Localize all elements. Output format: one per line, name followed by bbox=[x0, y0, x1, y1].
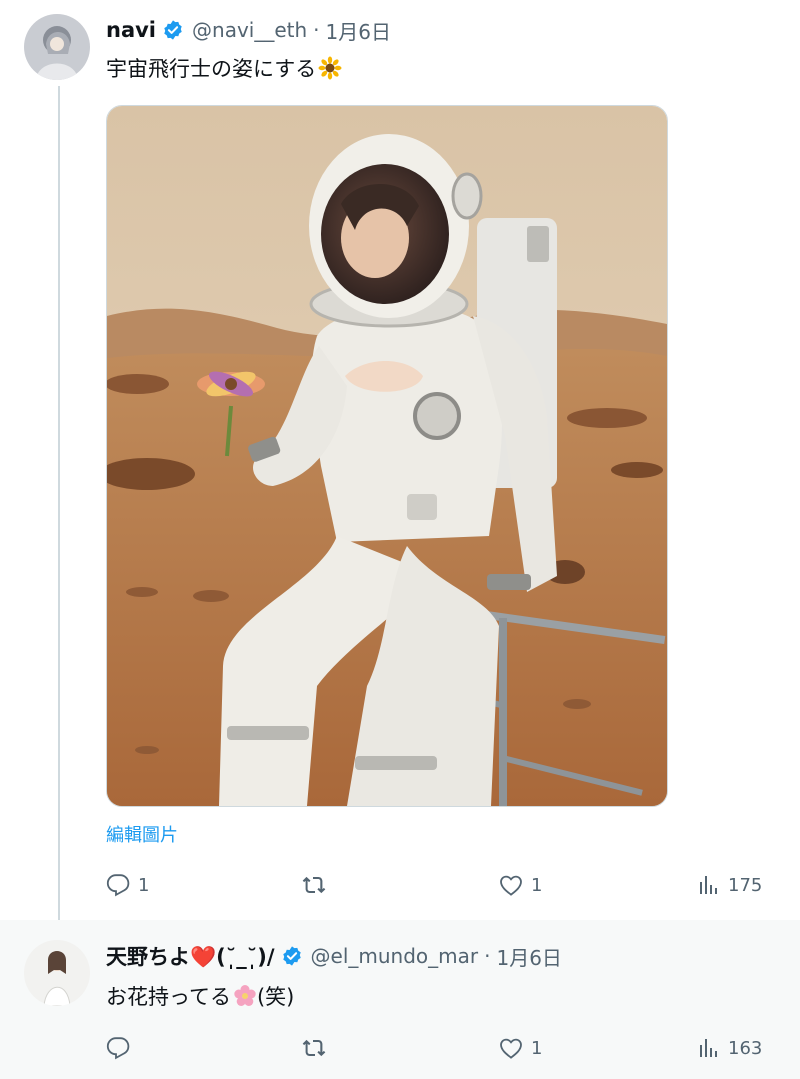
reply-button[interactable] bbox=[106, 1032, 138, 1064]
like-icon bbox=[499, 873, 523, 897]
avatar-navi[interactable] bbox=[24, 14, 90, 80]
author-handle[interactable]: @el_mundo_mar bbox=[311, 944, 479, 968]
author-name[interactable]: navi bbox=[106, 18, 156, 42]
retweet-icon bbox=[302, 1036, 326, 1060]
tweet-media-image[interactable] bbox=[106, 105, 668, 807]
retweet-icon bbox=[302, 873, 326, 897]
views-button[interactable]: 163 bbox=[696, 1032, 762, 1064]
retweet-button[interactable] bbox=[302, 1032, 334, 1064]
post-date[interactable]: 1月6日 bbox=[496, 942, 561, 971]
tweet-navi[interactable]: navi @navi__eth · 1月6日 宇宙飛行士の姿にする 編輯圖片 1… bbox=[0, 0, 800, 936]
cherry-blossom-emoji-icon bbox=[233, 984, 257, 1008]
reply-icon bbox=[106, 873, 130, 897]
edit-image-link[interactable]: 編輯圖片 bbox=[106, 821, 178, 847]
views-button[interactable]: 175 bbox=[696, 869, 762, 901]
like-count: 1 bbox=[531, 874, 543, 896]
view-count: 175 bbox=[728, 874, 763, 896]
tweet-actions: 1 163 bbox=[106, 1032, 770, 1064]
views-icon bbox=[696, 873, 720, 897]
tweet-reply[interactable]: 天野ちよ❤️(˘̩̩̩̩_˘̩̩̩̩)/ @el_mundo_mar · 1月6… bbox=[0, 920, 800, 1079]
like-icon bbox=[499, 1036, 523, 1060]
retweet-button[interactable] bbox=[302, 869, 334, 901]
sunflower-emoji-icon bbox=[318, 56, 342, 80]
tweet-text-body: 宇宙飛行士の姿にする bbox=[106, 57, 317, 81]
view-count: 163 bbox=[728, 1037, 763, 1059]
like-button[interactable]: 1 bbox=[499, 869, 542, 901]
separator-dot: · bbox=[313, 18, 320, 42]
tweet-text: お花持ってる (笑) bbox=[106, 980, 294, 1012]
verified-badge-icon bbox=[281, 945, 303, 967]
author-handle[interactable]: @navi__eth bbox=[192, 18, 307, 42]
like-count: 1 bbox=[531, 1037, 543, 1059]
thread-connector-line bbox=[58, 86, 60, 936]
separator-dot: · bbox=[484, 944, 491, 968]
tweet-text-body: お花持ってる bbox=[106, 985, 231, 1009]
reply-button[interactable]: 1 bbox=[106, 869, 149, 901]
author-name[interactable]: 天野ちよ❤️(˘̩̩̩̩_˘̩̩̩̩)/ bbox=[106, 941, 275, 971]
views-icon bbox=[696, 1036, 720, 1060]
tweet-text: 宇宙飛行士の姿にする bbox=[106, 52, 342, 84]
avatar-el-mundo-mar[interactable] bbox=[24, 940, 90, 1006]
reply-icon bbox=[106, 1036, 130, 1060]
like-button[interactable]: 1 bbox=[499, 1032, 542, 1064]
tweet-actions: 1 1 175 bbox=[106, 869, 770, 901]
verified-badge-icon bbox=[162, 19, 184, 41]
reply-count: 1 bbox=[138, 874, 150, 896]
tweet-text-suffix: (笑) bbox=[256, 985, 295, 1009]
post-date[interactable]: 1月6日 bbox=[326, 16, 391, 45]
